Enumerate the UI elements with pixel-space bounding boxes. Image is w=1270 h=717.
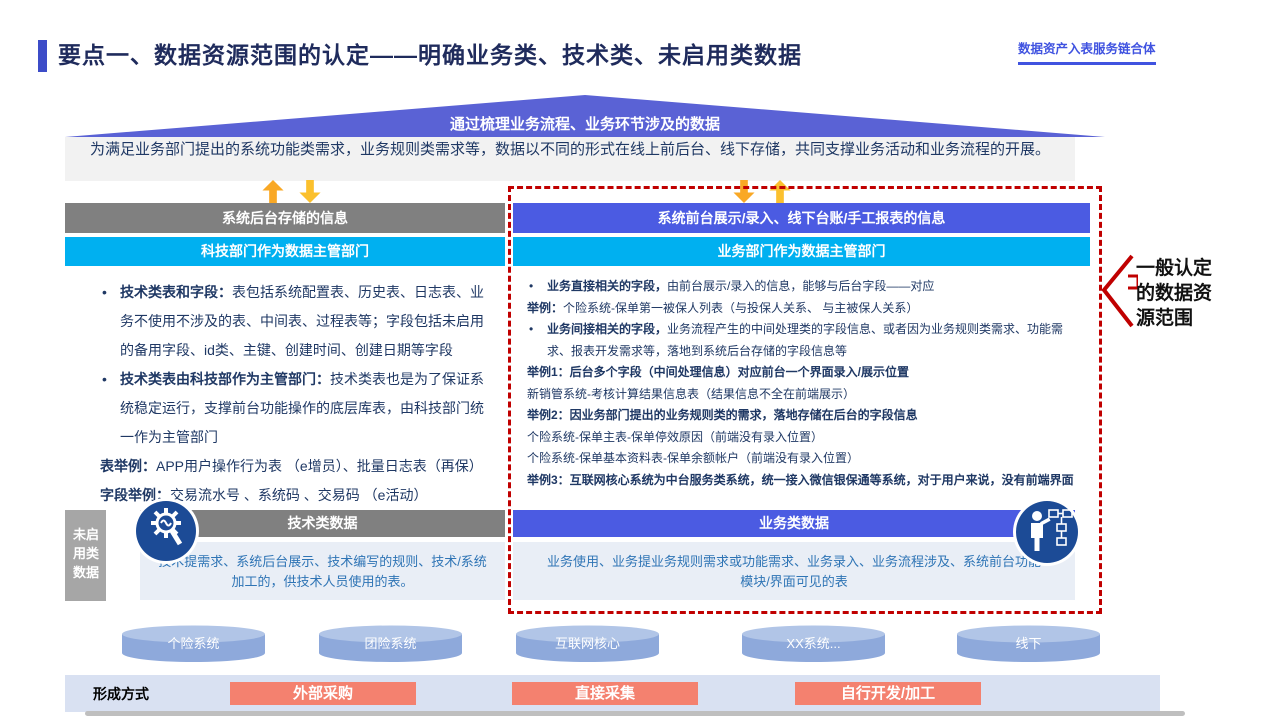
unused-category-label: 未启用类数据 bbox=[65, 510, 106, 601]
title-accent-bar bbox=[38, 40, 47, 72]
tech-content-panel: 技术类表和字段：表包括系统配置表、历史表、日志表、业务不使用不涉及的表、中间表、… bbox=[65, 268, 505, 506]
system-label: 个险系统 bbox=[167, 636, 220, 651]
brand-badge: 数据资产入表服务链合体 bbox=[1018, 38, 1156, 65]
tech-dept-header: 科技部门作为数据主管部门 bbox=[65, 237, 505, 266]
system-cylinder: XX系统... bbox=[740, 624, 887, 664]
up-arrow-icon bbox=[262, 180, 284, 203]
formation-method: 直接采集 bbox=[512, 682, 698, 705]
biz-category-desc: 业务使用、业务提业务规则需求或功能需求、业务录入、业务流程涉及、系统前台功能模块… bbox=[513, 542, 1075, 600]
bottom-divider bbox=[85, 711, 1185, 716]
left-arrow-icon bbox=[1101, 254, 1138, 328]
biz-category-bar: 业务类数据 bbox=[513, 510, 1075, 537]
gear-search-icon bbox=[136, 501, 196, 561]
slide: 要点一、数据资源范围的认定——明确业务类、技术类、未启用类数据 数据资产入表服务… bbox=[0, 0, 1270, 717]
system-label: 团险系统 bbox=[364, 636, 417, 651]
formation-label: 形成方式 bbox=[93, 686, 149, 702]
banner-label: 通过梳理业务流程、业务环节涉及的数据 bbox=[449, 116, 720, 133]
system-cylinder: 团险系统 bbox=[317, 624, 464, 664]
page-title: 要点一、数据资源范围的认定——明确业务类、技术类、未启用类数据 bbox=[58, 42, 802, 68]
system-label: 互联网核心 bbox=[554, 636, 620, 651]
tech-bullet-2: 技术类表由科技部作为主管部门：技术类表也是为了保证系统稳定运行，支撑前台功能操作… bbox=[100, 365, 487, 452]
formation-method: 自行开发/加工 bbox=[795, 682, 981, 705]
system-cylinder: 线下 bbox=[955, 624, 1102, 664]
backend-info-header: 系统后台存储的信息 bbox=[65, 203, 505, 233]
org-person-icon bbox=[1016, 501, 1078, 563]
intro-text: 为满足业务部门提出的系统功能类需求，业务规则类需求等，数据以不同的形式在线上前后… bbox=[65, 137, 1075, 181]
tech-example-tables: 表举例：APP用户操作行为表 （e增员）、批量日志表（再保） bbox=[100, 458, 483, 474]
formation-method: 外部采购 bbox=[230, 682, 416, 705]
system-cylinder: 个险系统 bbox=[120, 624, 267, 664]
down-arrow-icon bbox=[299, 180, 321, 203]
tech-bullet-1: 技术类表和字段：表包括系统配置表、历史表、日志表、业务不使用不涉及的表、中间表、… bbox=[100, 278, 487, 365]
scope-annotation: 一般认定的数据资源范围 bbox=[1136, 258, 1213, 329]
system-cylinder: 互联网核心 bbox=[514, 624, 661, 664]
system-label: XX系统... bbox=[786, 636, 841, 651]
system-label: 线下 bbox=[1015, 636, 1042, 651]
banner-triangle: 通过梳理业务流程、业务环节涉及的数据 bbox=[65, 95, 1105, 137]
